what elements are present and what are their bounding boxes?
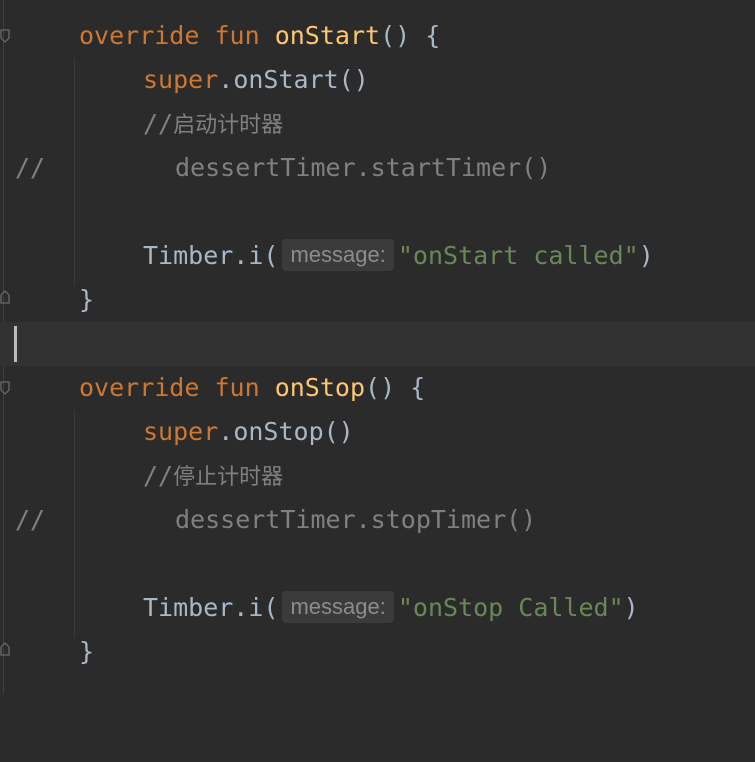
keyword: override — [79, 373, 200, 402]
function-name: onStop — [274, 373, 366, 402]
string-literal: "onStop Called" — [397, 593, 624, 622]
string-literal: "onStart called" — [397, 241, 639, 270]
code-line[interactable]: // dessertTimer.startTimer() — [0, 146, 755, 190]
code-line[interactable]: } — [0, 278, 755, 322]
code-line[interactable]: Timber.i(message: "onStart called") — [0, 234, 755, 278]
code-line[interactable]: super.onStart() — [0, 58, 755, 102]
text-caret — [14, 326, 17, 362]
code-line[interactable]: //停止计时器 — [0, 454, 755, 498]
parameter-hint: message: — [282, 591, 394, 623]
keyword: fun — [214, 373, 260, 402]
comment-text: 停止计时器 — [173, 465, 284, 490]
comment: // — [143, 461, 174, 490]
code-editor[interactable]: override fun onStart() { super.onStart()… — [0, 0, 755, 694]
code-line[interactable]: override fun onStart() { — [0, 14, 755, 58]
current-line[interactable] — [0, 322, 755, 366]
commented-code: dessertTimer.stopTimer() — [175, 505, 537, 534]
code-line[interactable]: } — [0, 630, 755, 674]
code-text: ) — [623, 593, 639, 622]
code-text: () { — [380, 21, 441, 50]
line-comment-prefix: // — [15, 153, 46, 182]
code-text: .onStart() — [218, 65, 369, 94]
keyword: override — [79, 21, 200, 50]
parameter-hint: message: — [282, 239, 394, 271]
keyword: super — [143, 65, 219, 94]
closing-brace: } — [79, 637, 95, 666]
code-text: Timber.i( — [143, 593, 279, 622]
line-comment-prefix: // — [15, 505, 46, 534]
code-text: ) — [638, 241, 654, 270]
closing-brace: } — [79, 285, 95, 314]
code-line[interactable]: override fun onStop() { — [0, 366, 755, 410]
code-text: () { — [365, 373, 426, 402]
keyword: super — [143, 417, 219, 446]
code-line[interactable]: //启动计时器 — [0, 102, 755, 146]
code-line[interactable]: super.onStop() — [0, 410, 755, 454]
code-text: Timber.i( — [143, 241, 279, 270]
comment: // — [143, 109, 174, 138]
code-text: .onStop() — [218, 417, 354, 446]
code-line[interactable]: Timber.i(message: "onStop Called") — [0, 586, 755, 630]
function-name: onStart — [274, 21, 381, 50]
comment-text: 启动计时器 — [173, 113, 284, 138]
keyword: fun — [214, 21, 260, 50]
commented-code: dessertTimer.startTimer() — [175, 153, 552, 182]
code-line[interactable]: // dessertTimer.stopTimer() — [0, 498, 755, 542]
